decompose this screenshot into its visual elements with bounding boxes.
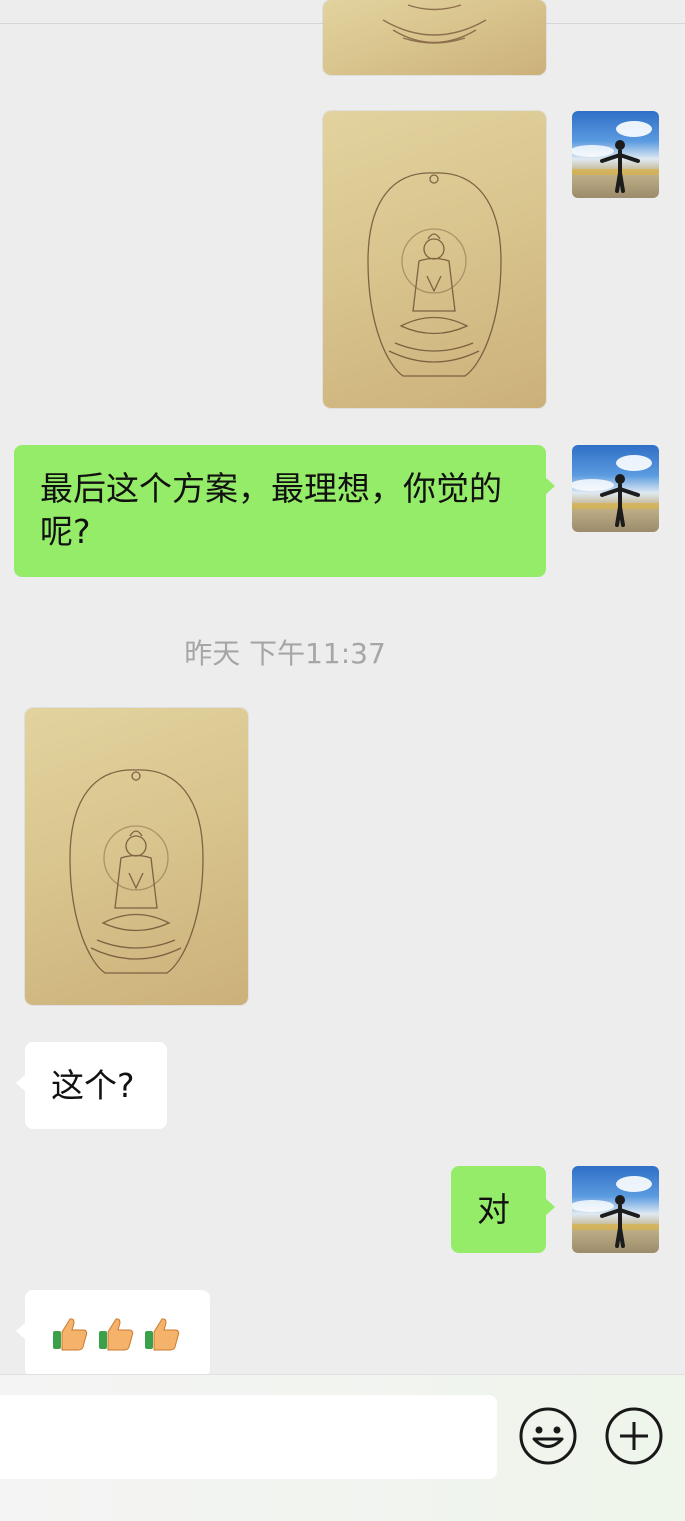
thumbs-up-emoji-group [51,1290,184,1377]
message-text: 最后这个方案，最理想，你觉的呢? [40,469,502,551]
chat-timestamp: 昨天 下午11:37 [184,637,386,670]
thumbs-up-icon [53,1317,88,1350]
bubble-tail [16,1074,26,1092]
message-input[interactable] [0,1395,497,1479]
bubble-tail [545,1198,555,1216]
message-bubble-received[interactable]: 这个? [16,1042,167,1129]
message-image-received[interactable] [25,708,248,1005]
message-bubble-sent[interactable]: 对 [451,1166,555,1253]
thumbs-up-icon [145,1317,180,1350]
thumbs-up-icon [99,1317,134,1350]
message-text: 对 [477,1190,510,1229]
bubble-tail [16,1322,26,1340]
avatar-self[interactable] [572,1166,659,1253]
chat-input-bar [0,1374,685,1521]
plus-icon[interactable] [604,1406,664,1466]
avatar-self[interactable] [572,445,659,532]
message-bubble-sent[interactable]: 最后这个方案，最理想，你觉的呢? [14,445,555,577]
message-image-sent[interactable] [323,111,546,408]
message-text: 这个? [51,1066,135,1105]
bubble-tail [545,477,555,495]
avatar-self[interactable] [572,111,659,198]
message-bubble-received[interactable] [16,1290,210,1377]
smiley-icon[interactable] [518,1406,578,1466]
message-image-partial[interactable] [323,0,546,75]
